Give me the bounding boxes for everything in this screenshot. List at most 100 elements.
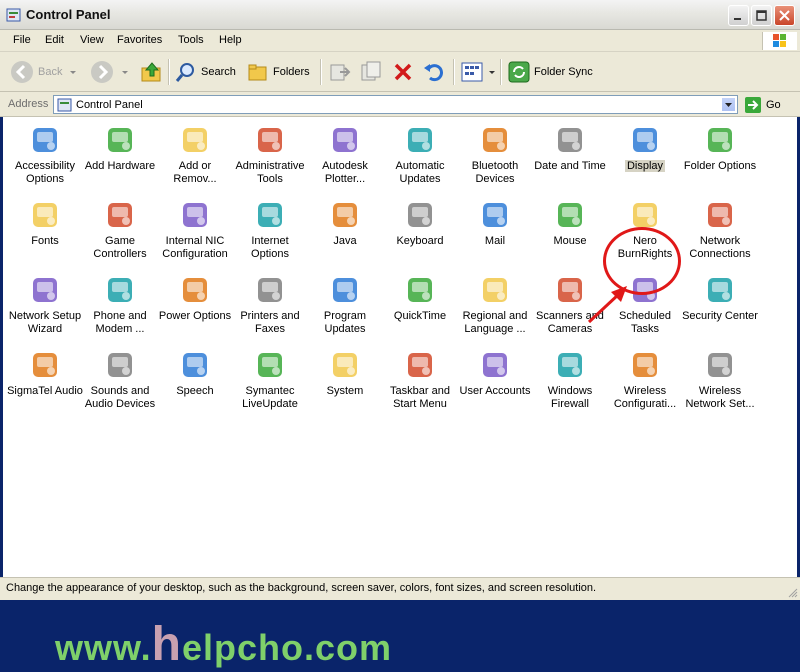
- cp-item-administrative-tools[interactable]: Administrative Tools: [232, 121, 308, 193]
- cp-item-taskbar-and-start-menu[interactable]: Taskbar and Start Menu: [382, 346, 458, 418]
- cp-item-label-text: Power Options: [158, 310, 232, 322]
- cp-item-automatic-updates[interactable]: Automatic Updates: [382, 121, 458, 193]
- game-controller-icon: [108, 203, 132, 227]
- cp-item-mouse[interactable]: Mouse: [532, 196, 608, 268]
- add-hardware-icon: [108, 128, 132, 152]
- toolbar: Back Search Folders Folder Sync: [0, 52, 800, 92]
- folder-sync-button[interactable]: Folder Sync: [508, 58, 593, 86]
- keyboard-icon: [408, 203, 432, 227]
- folders-label: Folders: [273, 66, 310, 78]
- folders-button[interactable]: Folders: [247, 58, 310, 86]
- resize-grip-icon[interactable]: [788, 588, 798, 598]
- control-panel-items: Accessibility Options Add Hardware Add or …: [3, 117, 797, 671]
- watermark-pre: www.: [55, 627, 152, 668]
- toolbar-separator: [500, 59, 502, 85]
- cp-item-game-controllers[interactable]: Game Controllers: [82, 196, 158, 268]
- cp-item-wireless-network-set[interactable]: Wireless Network Set...: [682, 346, 758, 418]
- delete-x-icon: [394, 63, 412, 81]
- cp-item-wireless-configurati[interactable]: Wireless Configurati...: [607, 346, 683, 418]
- menu-tools[interactable]: Tools: [178, 34, 204, 46]
- cp-item-label-text: Windows Firewall: [547, 385, 593, 410]
- system-icon: [333, 353, 357, 377]
- cp-item-windows-firewall[interactable]: Windows Firewall: [532, 346, 608, 418]
- cp-item-security-center[interactable]: Security Center: [682, 271, 758, 343]
- cp-item-keyboard[interactable]: Keyboard: [382, 196, 458, 268]
- cp-item-label: Fonts: [7, 235, 83, 248]
- cp-item-user-accounts[interactable]: User Accounts: [457, 346, 533, 418]
- cp-item-autodesk-plotter[interactable]: Autodesk Plotter...: [307, 121, 383, 193]
- up-folder-button[interactable]: [140, 58, 164, 86]
- cp-item-label-text: Printers and Faxes: [240, 310, 300, 335]
- cp-item-label: Add Hardware: [82, 160, 158, 173]
- cp-item-label-text: QuickTime: [393, 310, 447, 322]
- go-button[interactable]: Go: [744, 96, 781, 114]
- undo-button[interactable]: [422, 58, 446, 86]
- forward-button[interactable]: [90, 58, 130, 86]
- accessibility-icon: [33, 128, 57, 152]
- cp-item-folder-options[interactable]: Folder Options: [682, 121, 758, 193]
- menu-file[interactable]: File: [13, 34, 31, 46]
- cp-item-speech[interactable]: Speech: [157, 346, 233, 418]
- cp-item-label-text: Network Connections: [689, 235, 751, 260]
- cp-item-label: Network Connections: [682, 235, 758, 261]
- title-bar[interactable]: Control Panel: [0, 0, 800, 30]
- cp-item-sounds-and-audio-devices[interactable]: Sounds and Audio Devices: [82, 346, 158, 418]
- cp-item-internet-options[interactable]: Internet Options: [232, 196, 308, 268]
- move-to-button[interactable]: [328, 58, 352, 86]
- cp-item-system[interactable]: System: [307, 346, 383, 418]
- cp-item-network-setup-wizard[interactable]: Network Setup Wizard: [7, 271, 83, 343]
- search-button[interactable]: Search: [175, 58, 236, 86]
- close-button[interactable]: [774, 5, 795, 26]
- cp-item-regional-and-language[interactable]: Regional and Language ...: [457, 271, 533, 343]
- cp-item-symantec-liveupdate[interactable]: Symantec LiveUpdate: [232, 346, 308, 418]
- cp-item-label: Taskbar and Start Menu: [382, 385, 458, 411]
- cp-item-label: Internal NIC Configuration: [157, 235, 233, 261]
- cp-item-sigmatel-audio[interactable]: SigmaTel Audio: [7, 346, 83, 418]
- address-dropdown-button[interactable]: [721, 97, 736, 112]
- cp-item-bluetooth-devices[interactable]: Bluetooth Devices: [457, 121, 533, 193]
- copy-to-button[interactable]: [359, 58, 383, 86]
- menu-favorites[interactable]: Favorites: [117, 34, 162, 46]
- cp-item-label: Bluetooth Devices: [457, 160, 533, 186]
- cp-item-network-connections[interactable]: Network Connections: [682, 196, 758, 268]
- chevron-down-icon: [122, 71, 128, 74]
- cp-item-label: Program Updates: [307, 310, 383, 336]
- cp-item-label: Symantec LiveUpdate: [232, 385, 308, 411]
- bluetooth-icon: [483, 128, 507, 152]
- cp-item-quicktime[interactable]: QuickTime: [382, 271, 458, 343]
- menu-edit[interactable]: Edit: [45, 34, 64, 46]
- delete-button[interactable]: [392, 58, 414, 86]
- menu-view[interactable]: View: [80, 34, 104, 46]
- cp-item-label: Wireless Network Set...: [682, 385, 758, 411]
- cp-item-program-updates[interactable]: Program Updates: [307, 271, 383, 343]
- cp-item-add-or-remov[interactable]: Add or Remov...: [157, 121, 233, 193]
- cp-item-printers-and-faxes[interactable]: Printers and Faxes: [232, 271, 308, 343]
- cp-item-fonts[interactable]: Fonts: [7, 196, 83, 268]
- cp-item-phone-and-modem[interactable]: Phone and Modem ...: [82, 271, 158, 343]
- cp-item-power-options[interactable]: Power Options: [157, 271, 233, 343]
- address-input[interactable]: Control Panel: [53, 95, 738, 114]
- minimize-button[interactable]: [728, 5, 749, 26]
- cp-item-display[interactable]: Display: [607, 121, 683, 193]
- address-value: Control Panel: [76, 99, 143, 111]
- back-button[interactable]: Back: [10, 58, 78, 86]
- toolbar-separator: [453, 59, 455, 85]
- cp-item-label-text: Regional and Language ...: [462, 310, 528, 335]
- windows-flag-icon: [773, 34, 786, 47]
- cp-item-add-hardware[interactable]: Add Hardware: [82, 121, 158, 193]
- scanner-camera-icon: [558, 278, 582, 302]
- chevron-down-icon: [725, 103, 732, 107]
- address-bar: Address Control Panel Go: [0, 92, 800, 117]
- administrative-tools-icon: [258, 128, 282, 152]
- cp-item-internal-nic-configuration[interactable]: Internal NIC Configuration: [157, 196, 233, 268]
- cp-item-java[interactable]: Java: [307, 196, 383, 268]
- network-setup-icon: [33, 278, 57, 302]
- cp-item-accessibility-options[interactable]: Accessibility Options: [7, 121, 83, 193]
- cp-item-mail[interactable]: Mail: [457, 196, 533, 268]
- views-button[interactable]: [460, 58, 497, 86]
- cp-item-label-text: Network Setup Wizard: [8, 310, 82, 335]
- maximize-button[interactable]: [751, 5, 772, 26]
- menu-help[interactable]: Help: [219, 34, 242, 46]
- up-folder-icon: [141, 62, 161, 82]
- cp-item-date-and-time[interactable]: Date and Time: [532, 121, 608, 193]
